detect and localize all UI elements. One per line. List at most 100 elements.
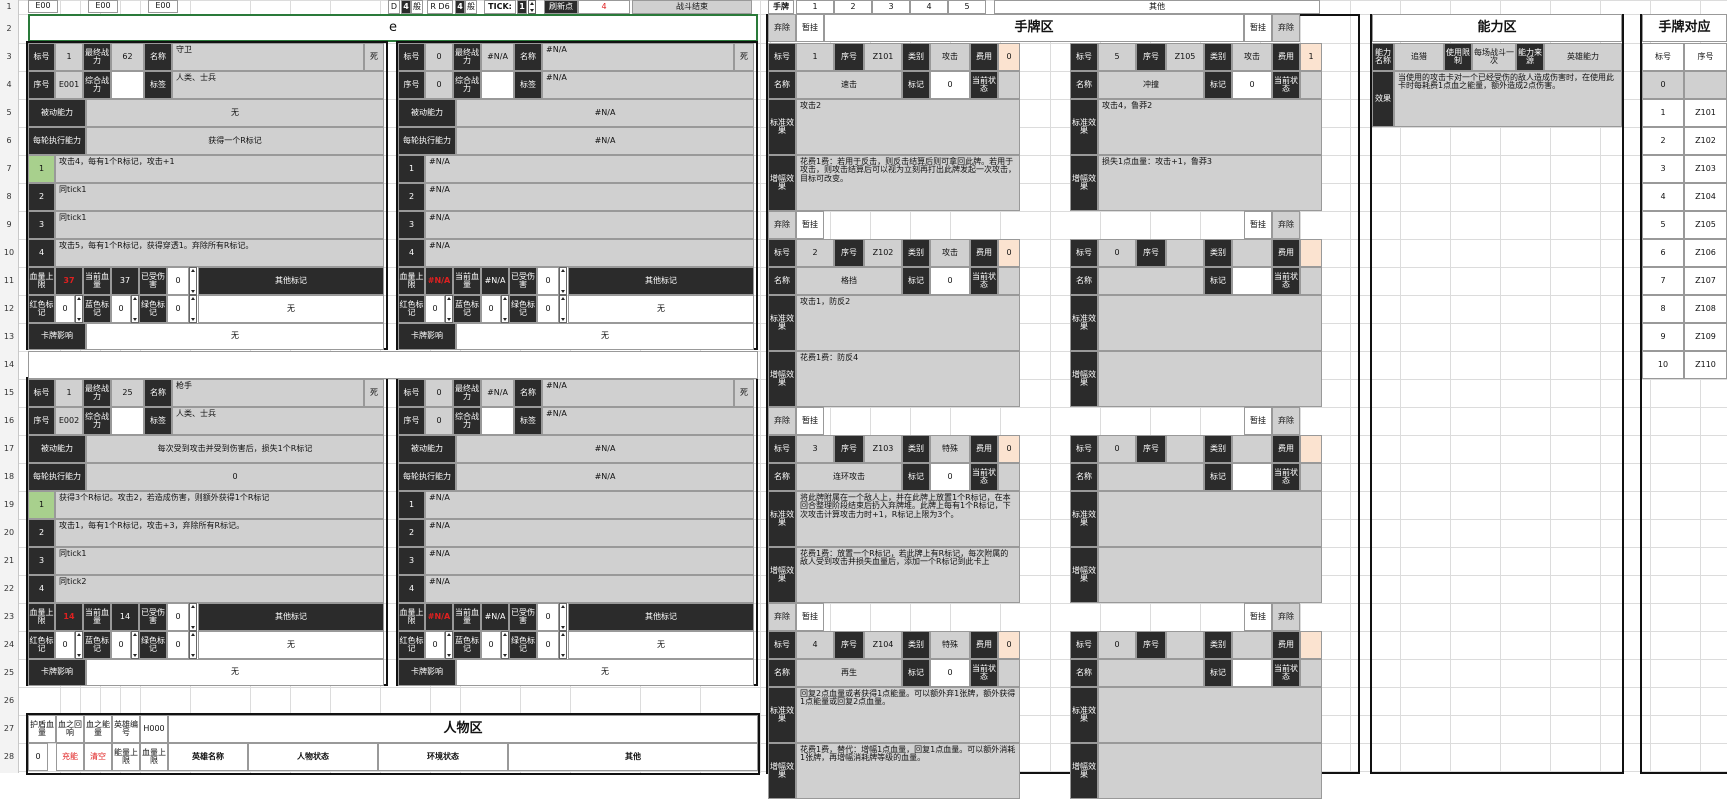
discard-button[interactable]: 弃除 [768, 407, 796, 435]
blue-mark-input[interactable]: 0 [481, 631, 501, 659]
row-number[interactable]: 5 [0, 99, 18, 127]
row-number[interactable]: 3 [0, 43, 18, 71]
damage-spinner[interactable] [559, 603, 567, 631]
red-mark-spinner[interactable] [75, 295, 83, 323]
red-mark-input[interactable]: 0 [55, 295, 75, 323]
row-number[interactable]: 23 [0, 603, 18, 631]
row-number[interactable]: 19 [0, 491, 18, 519]
row-number[interactable]: 17 [0, 435, 18, 463]
char-combined-power[interactable] [481, 71, 514, 99]
discard-button[interactable]: 弃除 [768, 211, 796, 239]
char-combined-power[interactable] [111, 71, 144, 99]
row-number[interactable]: 25 [0, 659, 18, 687]
red-mark-input[interactable]: 0 [425, 631, 445, 659]
row-number[interactable]: 26 [0, 687, 18, 715]
row-number[interactable]: 8 [0, 183, 18, 211]
row-number[interactable]: 12 [0, 295, 18, 323]
char-combined-power[interactable] [111, 407, 144, 435]
card-mark[interactable] [1232, 463, 1272, 491]
red-mark-input[interactable]: 0 [425, 295, 445, 323]
card-mark[interactable]: 0 [930, 267, 970, 295]
hold-button[interactable]: 暂挂 [1244, 211, 1272, 239]
row-number[interactable]: 7 [0, 155, 18, 183]
row-number[interactable]: 1 [0, 0, 18, 14]
blue-mark-spinner[interactable] [131, 631, 139, 659]
tick-spinner[interactable] [528, 0, 536, 14]
row-number[interactable]: 28 [0, 743, 18, 771]
blue-mark-spinner[interactable] [501, 295, 509, 323]
damage-spinner[interactable] [189, 603, 197, 631]
damage-spinner[interactable] [559, 267, 567, 295]
card-mark[interactable] [1232, 267, 1272, 295]
char-damage-input[interactable]: 0 [537, 603, 559, 631]
discard-button[interactable]: 弃除 [1272, 211, 1300, 239]
hold-button[interactable]: 暂挂 [796, 211, 824, 239]
row-number[interactable]: 15 [0, 379, 18, 407]
blue-mark-input[interactable]: 0 [481, 295, 501, 323]
row-number[interactable]: 11 [0, 267, 18, 295]
death-button[interactable]: 死 [734, 379, 754, 407]
card-mark[interactable]: 0 [930, 463, 970, 491]
green-mark-spinner[interactable] [189, 295, 197, 323]
discard-button[interactable]: 弃除 [768, 603, 796, 631]
green-mark-spinner[interactable] [189, 631, 197, 659]
green-mark-input[interactable]: 0 [537, 295, 559, 323]
row-number[interactable]: 6 [0, 127, 18, 155]
shield-value[interactable]: 0 [28, 743, 48, 771]
row-number[interactable]: 4 [0, 71, 18, 99]
hold-button[interactable]: 暂挂 [1244, 407, 1272, 435]
clear-button[interactable]: 清空 [84, 743, 112, 771]
card-mark[interactable] [1232, 659, 1272, 687]
death-button[interactable]: 死 [364, 43, 384, 71]
card-xuhao: Z103 [864, 435, 902, 463]
green-mark-spinner[interactable] [559, 295, 567, 323]
blue-mark-input[interactable]: 0 [111, 295, 131, 323]
row-number[interactable]: 21 [0, 547, 18, 575]
blue-mark-spinner[interactable] [501, 631, 509, 659]
row-number[interactable]: 20 [0, 519, 18, 547]
discard-button[interactable]: 弃除 [1272, 603, 1300, 631]
discard-button[interactable]: 弃除 [1272, 407, 1300, 435]
card-mark[interactable]: 0 [930, 659, 970, 687]
row-number[interactable]: 24 [0, 631, 18, 659]
hold-button[interactable]: 暂挂 [1244, 14, 1272, 42]
death-button[interactable]: 死 [734, 43, 754, 71]
hold-button[interactable]: 暂挂 [796, 407, 824, 435]
charge-button[interactable]: 充能 [56, 743, 84, 771]
blue-mark-spinner[interactable] [131, 295, 139, 323]
row-number[interactable]: 18 [0, 463, 18, 491]
red-mark-input[interactable]: 0 [55, 631, 75, 659]
hold-button[interactable]: 暂挂 [1244, 603, 1272, 631]
char-combined-power[interactable] [481, 407, 514, 435]
card-mark[interactable]: 0 [930, 71, 970, 99]
row-number[interactable]: 14 [0, 351, 18, 379]
row-number[interactable]: 22 [0, 575, 18, 603]
battle-end-button[interactable]: 战斗结束 [632, 0, 752, 14]
hold-button[interactable]: 暂挂 [796, 603, 824, 631]
row-number[interactable]: 9 [0, 211, 18, 239]
card-mark[interactable]: 0 [1232, 71, 1272, 99]
green-mark-input[interactable]: 0 [167, 295, 189, 323]
green-mark-input[interactable]: 0 [167, 631, 189, 659]
row-number[interactable]: 2 [0, 14, 18, 43]
row-number[interactable]: 10 [0, 239, 18, 267]
row-number[interactable]: 16 [0, 407, 18, 435]
tick-number: 3 [28, 547, 55, 575]
hold-button[interactable]: 暂挂 [796, 14, 824, 42]
damage-spinner[interactable] [189, 267, 197, 295]
red-mark-spinner[interactable] [75, 631, 83, 659]
discard-button[interactable]: 弃除 [768, 14, 796, 42]
tick-value[interactable]: 1 [517, 0, 527, 14]
char-damage-input[interactable]: 0 [167, 603, 189, 631]
discard-button[interactable]: 弃除 [1272, 14, 1300, 42]
row-number[interactable]: 13 [0, 323, 18, 351]
char-damage-input[interactable]: 0 [167, 267, 189, 295]
green-mark-spinner[interactable] [559, 631, 567, 659]
green-mark-input[interactable]: 0 [537, 631, 559, 659]
red-mark-spinner[interactable] [445, 631, 453, 659]
red-mark-spinner[interactable] [445, 295, 453, 323]
death-button[interactable]: 死 [364, 379, 384, 407]
row-number[interactable]: 27 [0, 715, 18, 743]
blue-mark-input[interactable]: 0 [111, 631, 131, 659]
char-damage-input[interactable]: 0 [537, 267, 559, 295]
